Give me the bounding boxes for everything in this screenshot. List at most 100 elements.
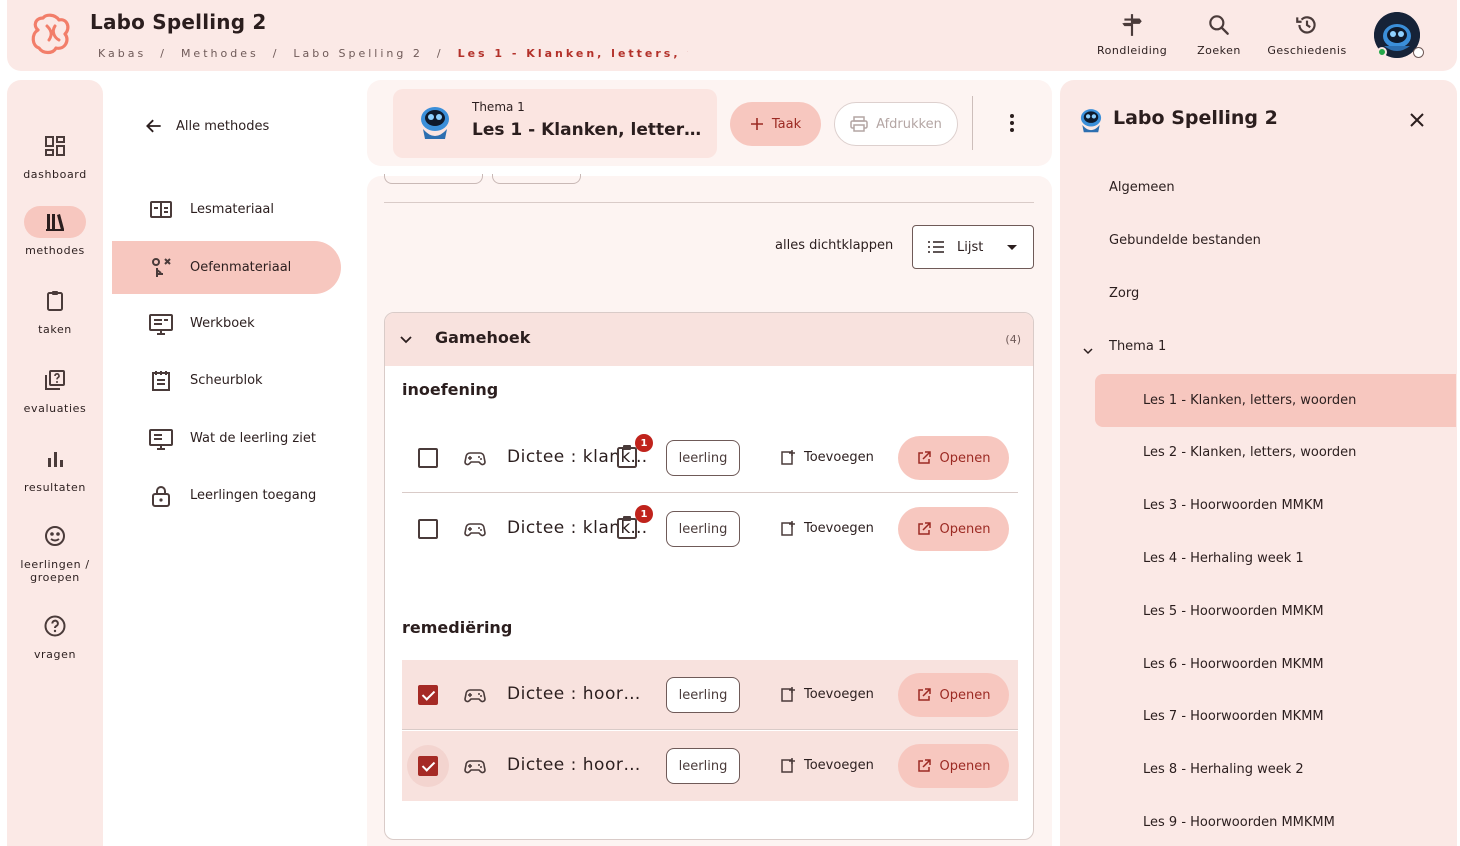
tree-item-gebundelde-bestanden[interactable]: Gebundelde bestanden xyxy=(1109,233,1261,248)
row-title[interactable]: Dictee : hoorwoorden xyxy=(507,755,652,775)
back-to-methods-link[interactable]: Alle methodes xyxy=(144,116,269,136)
subnav-item-wat-de-leerling-ziet[interactable]: Wat de leerling ziet xyxy=(112,412,341,465)
section-title-inoefening: inoefening xyxy=(402,380,499,399)
table-row: Dictee : klanken, letters 1 leerling Toe… xyxy=(402,423,1018,493)
audience-chip[interactable]: leerling xyxy=(666,511,740,547)
notepad-icon xyxy=(152,370,170,391)
lesson-title: Les 1 - Klanken, letters, woorden xyxy=(472,120,704,140)
audience-chip[interactable]: leerling xyxy=(666,748,740,784)
row-checkbox[interactable] xyxy=(418,756,438,776)
arrow-left-icon xyxy=(146,119,161,133)
search-button[interactable]: Zoeken xyxy=(1189,12,1249,57)
gamehoek-panel-header[interactable]: Gamehoek (4) xyxy=(385,313,1033,366)
tree-lesson-item[interactable]: Les 2 - Klanken, letters, woorden xyxy=(1095,426,1456,479)
audience-chip[interactable]: leerling xyxy=(666,440,740,476)
row-checkbox[interactable] xyxy=(418,519,438,539)
breadcrumb-item[interactable]: Kabas xyxy=(98,47,146,60)
book-icon xyxy=(150,200,172,218)
clipboard-icon[interactable] xyxy=(616,514,638,540)
row-title[interactable]: Dictee : hoorwoorden xyxy=(507,684,652,704)
tree-item-algemeen[interactable]: Algemeen xyxy=(1109,180,1175,195)
tree-lesson-item[interactable]: Les 4 - Herhaling week 1 xyxy=(1095,532,1456,585)
subnav-item-scheurblok[interactable]: Scheurblok xyxy=(112,354,341,407)
tree-lesson-item[interactable]: Les 5 - Hoorwoorden MMKM xyxy=(1095,585,1456,638)
subnav-item-lesmateriaal[interactable]: Lesmateriaal xyxy=(112,183,341,236)
filter-chip-stub[interactable] xyxy=(492,174,581,184)
clipboard-icon[interactable] xyxy=(616,443,638,469)
collapse-all-button[interactable]: alles dichtklappen xyxy=(775,238,893,253)
avatar-menu-chevron-icon[interactable] xyxy=(1413,47,1424,58)
tree-lesson-item[interactable]: Les 1 - Klanken, letters, woorden xyxy=(1095,374,1456,427)
open-button[interactable]: Openen xyxy=(898,507,1009,551)
filter-chip-stub[interactable] xyxy=(384,174,483,184)
robot-mascot-icon xyxy=(1080,109,1102,133)
close-icon[interactable] xyxy=(1409,112,1425,128)
lesson-theme: Thema 1 xyxy=(472,100,525,114)
dashboard-icon xyxy=(45,136,65,156)
robot-mascot-icon xyxy=(421,107,449,139)
section-title-remediering: remediëring xyxy=(402,618,513,637)
view-mode-select[interactable]: Lijst xyxy=(912,225,1034,269)
add-button[interactable]: Toevoegen xyxy=(780,520,874,536)
library-icon xyxy=(46,214,64,231)
top-bar: Labo Spelling 2 Kabas / Methodes / Labo Spel… xyxy=(7,0,1457,71)
open-button[interactable]: Openen xyxy=(898,744,1009,788)
workbook-icon xyxy=(149,313,173,335)
divider xyxy=(384,202,1034,203)
add-button[interactable]: Toevoegen xyxy=(780,686,874,702)
rail-item-leerlingen[interactable]: leerlingen / groepen xyxy=(7,520,103,584)
lock-icon xyxy=(152,485,170,507)
open-button[interactable]: Openen xyxy=(898,436,1009,480)
tour-button[interactable]: Rondleiding xyxy=(1097,12,1167,57)
tree-item-zorg[interactable]: Zorg xyxy=(1109,286,1139,301)
kabas-logo-icon[interactable] xyxy=(29,12,73,58)
count-badge: 1 xyxy=(635,505,653,523)
chevron-down-icon xyxy=(400,336,412,344)
breadcrumb-current: Les 1 - Klanken, letters, w xyxy=(457,47,688,60)
panel-title: Labo Spelling 2 xyxy=(1113,107,1278,129)
panel-count: (4) xyxy=(1005,333,1021,346)
plus-icon xyxy=(750,118,763,130)
chevron-down-icon[interactable] xyxy=(1082,345,1094,357)
list-icon xyxy=(928,241,944,253)
practice-icon xyxy=(152,257,171,277)
rail-item-methodes[interactable]: methodes xyxy=(7,206,103,257)
print-button[interactable]: Afdrukken xyxy=(834,102,958,146)
rail-item-resultaten[interactable]: resultaten xyxy=(7,443,103,494)
open-external-icon xyxy=(917,522,931,535)
gamehoek-panel: Gamehoek (4) inoefening Dictee : klanken… xyxy=(384,312,1034,840)
add-button[interactable]: Toevoegen xyxy=(780,449,874,465)
rail-item-evaluaties[interactable]: evaluaties xyxy=(7,364,103,415)
subnav-item-oefenmateriaal[interactable]: Oefenmateriaal xyxy=(112,241,341,294)
tree-lesson-item[interactable]: Les 7 - Hoorwoorden MKMM xyxy=(1095,690,1456,743)
history-button[interactable]: Geschiedenis xyxy=(1267,12,1347,57)
face-icon xyxy=(45,526,65,546)
add-button[interactable]: Toevoegen xyxy=(780,757,874,773)
subnav-item-leerlingen-toegang[interactable]: Leerlingen toegang xyxy=(112,469,341,522)
tree-lesson-item[interactable]: Les 3 - Hoorwoorden MMKM xyxy=(1095,479,1456,532)
tree-lesson-item[interactable]: Les 6 - Hoorwoorden MKMM xyxy=(1095,638,1456,691)
main-nav-rail: dashboard methodes taken evaluaties resu… xyxy=(7,80,103,846)
gamepad-icon xyxy=(464,760,486,774)
tree-item-thema-1[interactable]: Thema 1 xyxy=(1109,339,1166,354)
rail-item-taken[interactable]: taken xyxy=(7,285,103,336)
more-vert-icon[interactable] xyxy=(1000,113,1024,133)
row-checkbox[interactable] xyxy=(418,685,438,705)
breadcrumb-item[interactable]: Methodes xyxy=(181,47,259,60)
rail-item-vragen[interactable]: vragen xyxy=(7,610,103,661)
add-task-button[interactable]: Taak xyxy=(730,102,821,146)
tree-lesson-item[interactable]: Les 8 - Herhaling week 2 xyxy=(1095,743,1456,796)
signpost-icon xyxy=(1122,14,1142,36)
table-row: Dictee : hoorwoorden leerling Toevoegen … xyxy=(402,660,1018,730)
breadcrumb-item[interactable]: Labo Spelling 2 xyxy=(293,47,422,60)
history-icon xyxy=(1296,16,1316,34)
audience-chip[interactable]: leerling xyxy=(666,677,740,713)
row-checkbox[interactable] xyxy=(418,448,438,468)
rail-item-dashboard[interactable]: dashboard xyxy=(7,130,103,181)
open-button[interactable]: Openen xyxy=(898,673,1009,717)
search-icon xyxy=(1209,15,1229,35)
method-tree-panel: Labo Spelling 2 Algemeen Gebundelde best… xyxy=(1060,80,1457,846)
tree-lesson-item[interactable]: Les 9 - Hoorwoorden MMKMM xyxy=(1095,796,1456,846)
printer-icon xyxy=(850,116,868,132)
subnav-item-werkboek[interactable]: Werkboek xyxy=(112,297,341,350)
